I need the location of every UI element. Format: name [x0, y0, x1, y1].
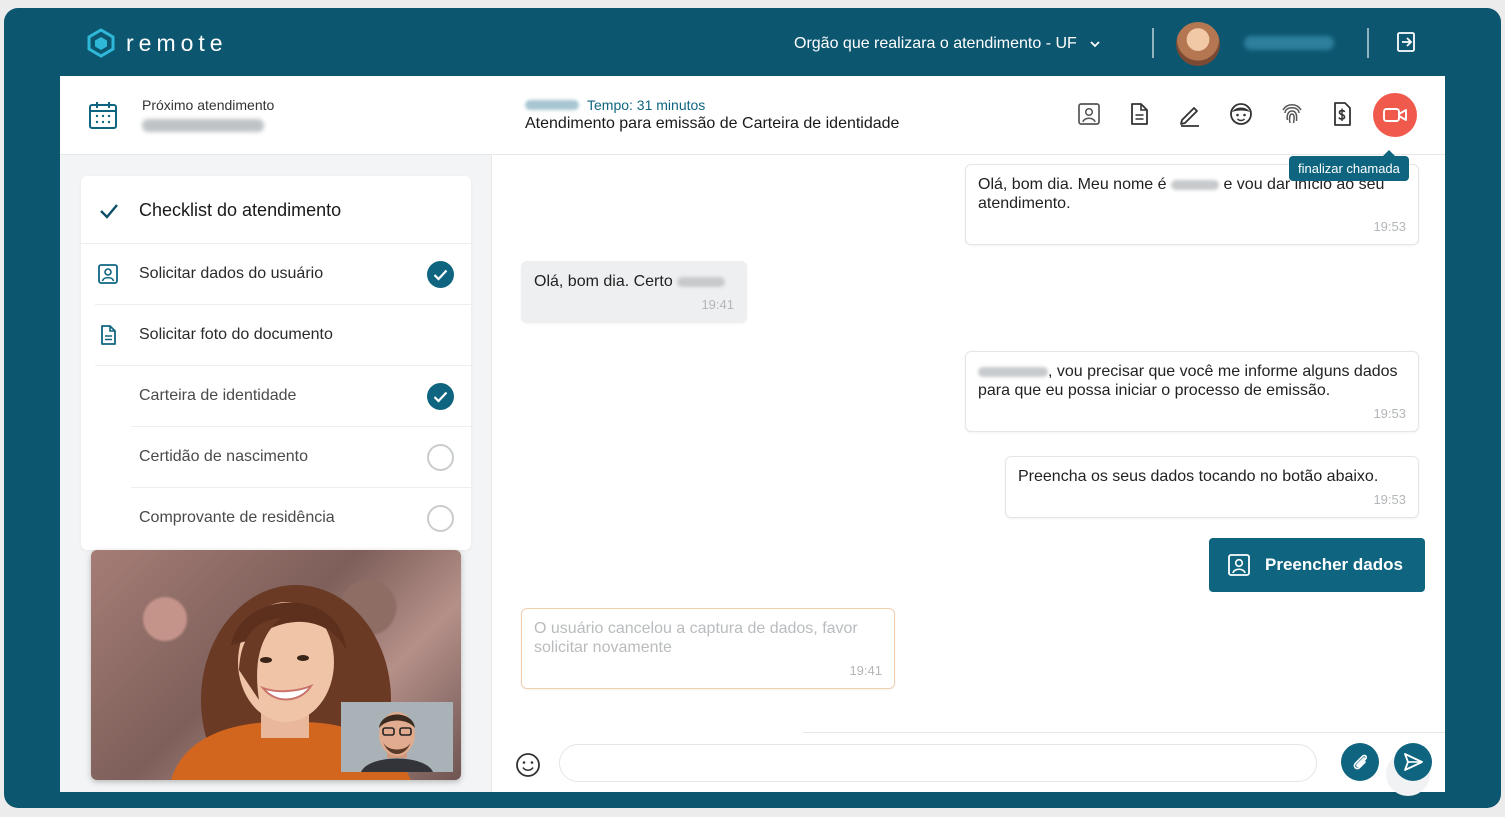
- checklist-title: Checklist do atendimento: [139, 200, 342, 220]
- main-panel: Próximo atendimento Checklist do atendim…: [60, 76, 1445, 796]
- top-bar: remote Orgão que realizara o atendimento…: [4, 8, 1501, 76]
- redacted-name: [1171, 179, 1219, 190]
- chevron-down-icon: [1090, 41, 1100, 48]
- message-outgoing: , vou precisar que você me informe algun…: [965, 351, 1419, 432]
- checklist-item-label: Certidão de nascimento: [139, 448, 308, 465]
- user-data-icon[interactable]: [1076, 101, 1102, 127]
- checklist-subitem-birth-certificate[interactable]: Certidão de nascimento: [81, 427, 471, 488]
- fill-data-button-label: Preencher dados: [1265, 555, 1403, 574]
- checklist-item-label: Solicitar dados do usuário: [139, 265, 324, 282]
- pending-circle-icon[interactable]: [427, 444, 454, 471]
- fingerprint-icon[interactable]: [1279, 101, 1305, 127]
- document-icon[interactable]: [1126, 101, 1152, 127]
- top-divider: [1152, 28, 1154, 58]
- checklist-item-user-data[interactable]: Solicitar dados do usuário: [81, 244, 471, 305]
- compose-bar: [493, 732, 1445, 792]
- next-appointment-label: Próximo atendimento: [142, 97, 275, 113]
- self-participant-video: [341, 702, 453, 772]
- message-time: 19:41: [701, 297, 734, 312]
- message-outgoing: Preencha os seus dados tocando no botão …: [1005, 456, 1419, 518]
- logout-icon[interactable]: [1394, 30, 1418, 54]
- user-name-redacted: [1244, 36, 1334, 50]
- paperclip-icon: [1353, 754, 1368, 770]
- self-video-pip[interactable]: [341, 702, 453, 772]
- end-call-tooltip: finalizar chamada: [1289, 150, 1409, 181]
- calendar-icon: [89, 102, 117, 129]
- checklist-item-label: Carteira de identidade: [139, 387, 297, 404]
- org-selector[interactable]: Orgão que realizara o atendimento - UF: [794, 35, 1101, 53]
- system-warning-message: O usuário cancelou a captura de dados, f…: [521, 608, 895, 689]
- message-time: 19:53: [1373, 492, 1406, 507]
- message-time: 19:53: [1373, 219, 1406, 234]
- left-panel: Próximo atendimento Checklist do atendim…: [60, 76, 492, 792]
- user-avatar[interactable]: [1176, 22, 1220, 66]
- face-capture-icon[interactable]: [1228, 101, 1254, 127]
- app-frame: remote Orgão que realizara o atendimento…: [4, 8, 1501, 808]
- checklist-subitem-proof-of-residence[interactable]: Comprovante de residência: [81, 488, 471, 549]
- payment-slip-icon[interactable]: [1329, 101, 1355, 127]
- send-button[interactable]: [1394, 743, 1432, 781]
- emoji-icon[interactable]: [515, 752, 541, 778]
- checklist-subitem-identity-card[interactable]: Carteira de identidade: [81, 366, 471, 427]
- remote-logo-icon: [87, 28, 115, 58]
- chat-messages: Olá, bom dia. Meu nome é e vou dar iníci…: [493, 156, 1445, 796]
- compose-divider: [803, 732, 1445, 733]
- checklist-card: Checklist do atendimento Solicitar dados…: [81, 176, 471, 550]
- attach-button[interactable]: [1341, 743, 1379, 781]
- send-icon: [1404, 753, 1423, 771]
- redacted-name: [677, 276, 726, 287]
- message-incoming: Olá, bom dia. Certo 19:41: [521, 261, 747, 323]
- end-call-button[interactable]: [1373, 93, 1417, 137]
- completed-check-icon: [427, 383, 454, 410]
- user-card-icon: [98, 264, 118, 284]
- org-selector-label: Orgão que realizara o atendimento - UF: [794, 35, 1077, 52]
- checklist-header: Checklist do atendimento: [81, 176, 471, 244]
- appointment-title: Atendimento para emissão de Carteira de …: [525, 115, 900, 132]
- video-call-main[interactable]: [91, 550, 461, 780]
- user-card-icon: [1228, 554, 1250, 576]
- logo-text: remote: [126, 29, 228, 56]
- checklist-item-label: Solicitar foto do documento: [139, 326, 333, 343]
- checklist-item-label: Comprovante de residência: [139, 509, 335, 526]
- message-input[interactable]: [559, 744, 1317, 782]
- elapsed-time: Tempo: 31 minutos: [587, 97, 706, 113]
- next-appointment: Próximo atendimento: [60, 76, 492, 155]
- check-icon: [100, 204, 118, 219]
- pending-circle-icon[interactable]: [427, 505, 454, 532]
- completed-check-icon: [427, 261, 454, 288]
- protocol-id-redacted: [525, 100, 579, 110]
- message-text: Olá, bom dia. Meu nome é: [978, 176, 1167, 193]
- video-camera-icon: [1383, 108, 1407, 122]
- fill-data-button[interactable]: Preencher dados: [1209, 538, 1425, 592]
- message-text: O usuário cancelou a captura de dados, f…: [534, 620, 858, 656]
- checklist-item-document-photo[interactable]: Solicitar foto do documento: [81, 305, 471, 366]
- redacted-name: [978, 366, 1048, 377]
- top-divider: [1367, 28, 1369, 58]
- logo: remote: [86, 28, 228, 58]
- signature-pen-icon[interactable]: [1177, 101, 1203, 127]
- message-text: Preencha os seus dados tocando no botão …: [1018, 468, 1379, 485]
- chat-header: Tempo: 31 minutos Atendimento para emiss…: [493, 76, 1445, 181]
- document-icon: [101, 325, 116, 345]
- message-time: 19:41: [849, 663, 882, 678]
- message-time: 19:53: [1373, 406, 1406, 421]
- next-appointment-time-redacted: [142, 119, 264, 132]
- message-text: Olá, bom dia. Certo: [534, 273, 673, 290]
